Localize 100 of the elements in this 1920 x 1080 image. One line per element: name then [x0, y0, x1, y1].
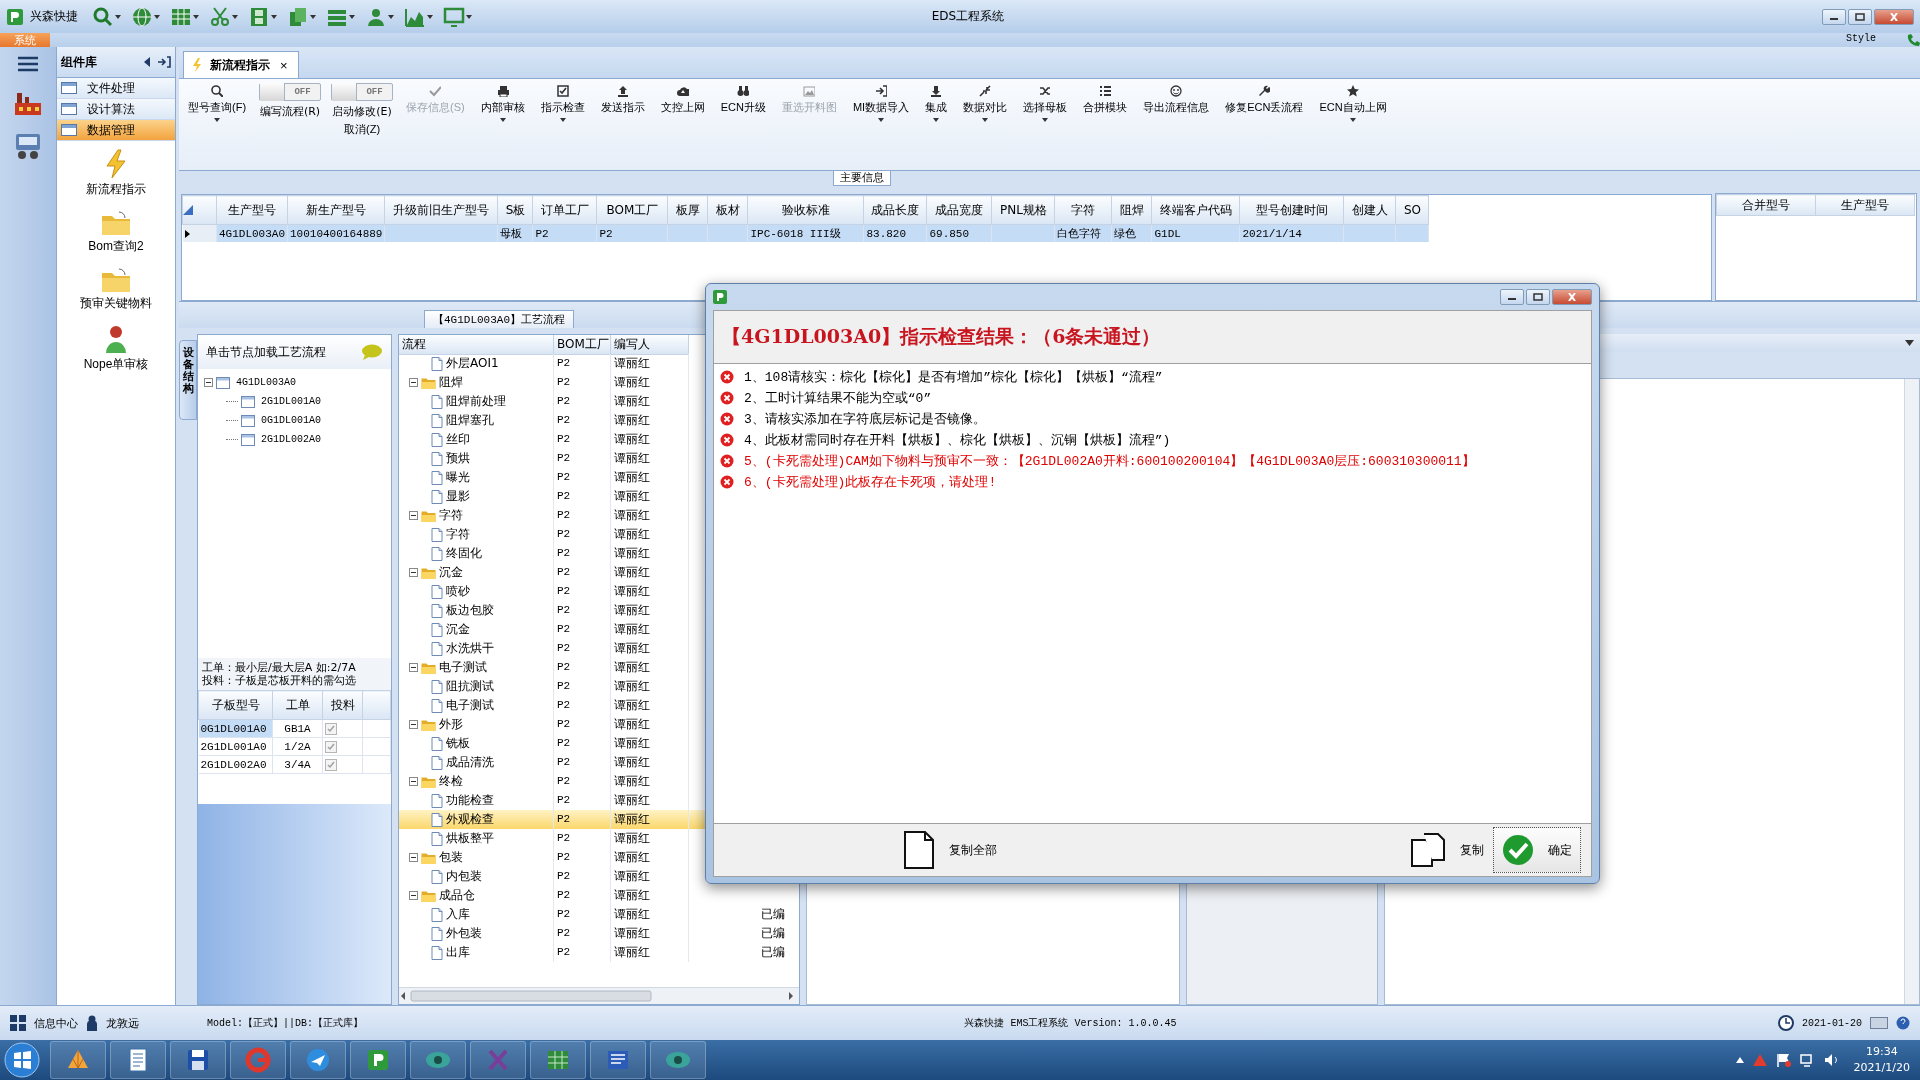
collapse-icon[interactable] [409, 720, 418, 729]
column-header[interactable]: 合并型号 [1716, 194, 1816, 216]
tree-node[interactable]: 电子测试 [446, 697, 494, 714]
collapse-icon[interactable] [409, 378, 418, 387]
close-button[interactable] [1874, 8, 1914, 25]
collapse-icon[interactable] [409, 511, 418, 520]
tree-node[interactable]: 曝光 [446, 469, 470, 486]
column-header[interactable]: 终端客户代码 [1151, 195, 1240, 225]
toolbar-button[interactable]: MI数据导入 [849, 83, 913, 124]
category-item[interactable]: 设计算法 [57, 99, 175, 120]
taskbar-button[interactable] [350, 1041, 406, 1079]
table-cell[interactable]: 2G1DL001A0 [198, 737, 273, 756]
tool-button[interactable]: 预审关键物料 [80, 267, 152, 312]
tree-node[interactable]: 功能检查 [446, 792, 494, 809]
tree-node[interactable]: 出库 [446, 944, 470, 961]
column-header[interactable]: BOM工厂 [596, 195, 668, 225]
tree-node[interactable]: 预烘 [446, 450, 470, 467]
tree-node[interactable]: 入库 [446, 906, 470, 923]
column-header[interactable]: 阻焊 [1111, 195, 1152, 225]
tree-node[interactable]: 2G1DL002A0 [258, 433, 324, 446]
column-header[interactable]: 订单工厂 [532, 195, 597, 225]
taskbar-clock[interactable]: 19:34 2021/1/20 [1847, 1044, 1916, 1076]
style-menu[interactable]: Style [1846, 33, 1876, 47]
scrollbar[interactable] [1904, 379, 1919, 1004]
pin-icon[interactable] [157, 56, 171, 68]
toolbar-button[interactable]: 修复ECN丢流程 [1222, 83, 1307, 117]
tree-node[interactable]: 字符 [439, 507, 463, 524]
tree-node[interactable]: 电子测试 [439, 659, 487, 676]
taskbar-button[interactable] [290, 1041, 346, 1079]
scrollbar[interactable] [399, 987, 799, 1004]
grid-icon[interactable] [10, 1015, 26, 1031]
column-header[interactable]: 创建人 [1343, 195, 1396, 225]
dialog-button[interactable]: 复制全部 [894, 827, 1006, 873]
checked-checkbox-icon[interactable] [325, 722, 337, 735]
taskbar-button[interactable] [110, 1041, 166, 1079]
toolbar-button[interactable]: 合拼模块 [1080, 83, 1131, 117]
column-header[interactable]: SO [1395, 195, 1429, 225]
tree-node[interactable]: 包装 [439, 849, 463, 866]
table-cell[interactable]: 2G1DL002A0 [198, 755, 273, 774]
menu-icon[interactable] [17, 55, 39, 73]
tree-node[interactable]: 终检 [439, 773, 463, 790]
taskbar-button[interactable] [650, 1041, 706, 1079]
maximize-button[interactable] [1526, 289, 1550, 305]
minimize-button[interactable] [1822, 8, 1846, 25]
collapse-icon[interactable] [409, 777, 418, 786]
column-header[interactable]: 生产型号 [216, 195, 288, 225]
flag-icon[interactable] [1775, 1053, 1792, 1067]
taskbar-button[interactable] [170, 1041, 226, 1079]
checked-checkbox-icon[interactable] [325, 740, 337, 753]
column-header[interactable]: 型号创建时间 [1239, 195, 1344, 225]
tree-node[interactable]: 外层AOI1 [446, 355, 499, 372]
tool-button[interactable]: 新流程指示 [86, 149, 146, 198]
column-header[interactable]: 字符 [1054, 195, 1112, 225]
minimize-button[interactable] [1500, 289, 1524, 305]
column-header[interactable]: 验收标准 [747, 195, 864, 225]
taskbar-button[interactable] [410, 1041, 466, 1079]
collapse-icon[interactable] [204, 378, 213, 387]
toolbar-button[interactable]: 型号查询(F) [185, 83, 250, 124]
tree-node[interactable]: 沉金 [439, 564, 463, 581]
toolbar-button[interactable]: 选择母板 [1020, 83, 1071, 124]
column-header[interactable]: 投料 [322, 690, 363, 720]
toolbar-button[interactable]: 指示检查 [537, 83, 588, 124]
machine-icon[interactable] [13, 131, 43, 161]
toolbar-button[interactable]: ECN自动上网 [1316, 83, 1390, 124]
toolbar-button[interactable]: 集成 [922, 83, 951, 124]
tab-label[interactable]: 新流程指示 [210, 56, 270, 74]
tree-node[interactable]: 阻抗测试 [446, 678, 494, 695]
tool-button[interactable]: Bom查询2 [88, 210, 144, 255]
tree-node[interactable]: 终固化 [446, 545, 482, 562]
tree-node[interactable]: 外包装 [446, 925, 482, 942]
column-header[interactable]: PNL规格 [991, 195, 1055, 225]
taskbar-button[interactable] [590, 1041, 646, 1079]
column-header[interactable]: 板材 [707, 195, 748, 225]
tree-node[interactable]: 4G1DL003A0 [233, 376, 299, 389]
category-item[interactable]: 文件处理 [57, 78, 175, 99]
checked-checkbox-icon[interactable] [325, 758, 337, 771]
column-header[interactable]: 子板型号 [198, 690, 273, 720]
tree-node[interactable]: 阻焊 [439, 374, 463, 391]
tree-node[interactable]: 板边包胶 [446, 602, 494, 619]
collapse-icon[interactable] [409, 663, 418, 672]
tree-node[interactable]: 2G1DL001A0 [258, 395, 324, 408]
column-header[interactable]: BOM工厂 [554, 335, 611, 355]
collapse-icon[interactable] [143, 57, 151, 67]
tree-node[interactable]: 阻焊塞孔 [446, 412, 494, 429]
dialog-button[interactable]: 复制 [1401, 827, 1493, 873]
toolbar-button[interactable]: 内部审核 [477, 83, 528, 124]
tree-node[interactable]: 显影 [446, 488, 470, 505]
tree-node[interactable]: 铣板 [446, 735, 470, 752]
tree-node[interactable]: 成品仓 [439, 887, 475, 904]
tree-node[interactable]: 烘板整平 [446, 830, 494, 847]
tree-node[interactable]: 内包装 [446, 868, 482, 885]
collapse-icon[interactable] [409, 853, 418, 862]
column-header[interactable]: S板 [497, 195, 533, 225]
caret-up-icon[interactable] [1735, 1057, 1744, 1063]
column-header[interactable]: 生产型号 [1815, 194, 1915, 216]
column-header[interactable]: 板厚 [667, 195, 708, 225]
column-header[interactable]: 编写人 [611, 335, 689, 355]
column-header[interactable]: 成品长度 [863, 195, 927, 225]
toggle-switch[interactable]: OFF [259, 83, 322, 101]
column-header[interactable]: 成品宽度 [926, 195, 992, 225]
